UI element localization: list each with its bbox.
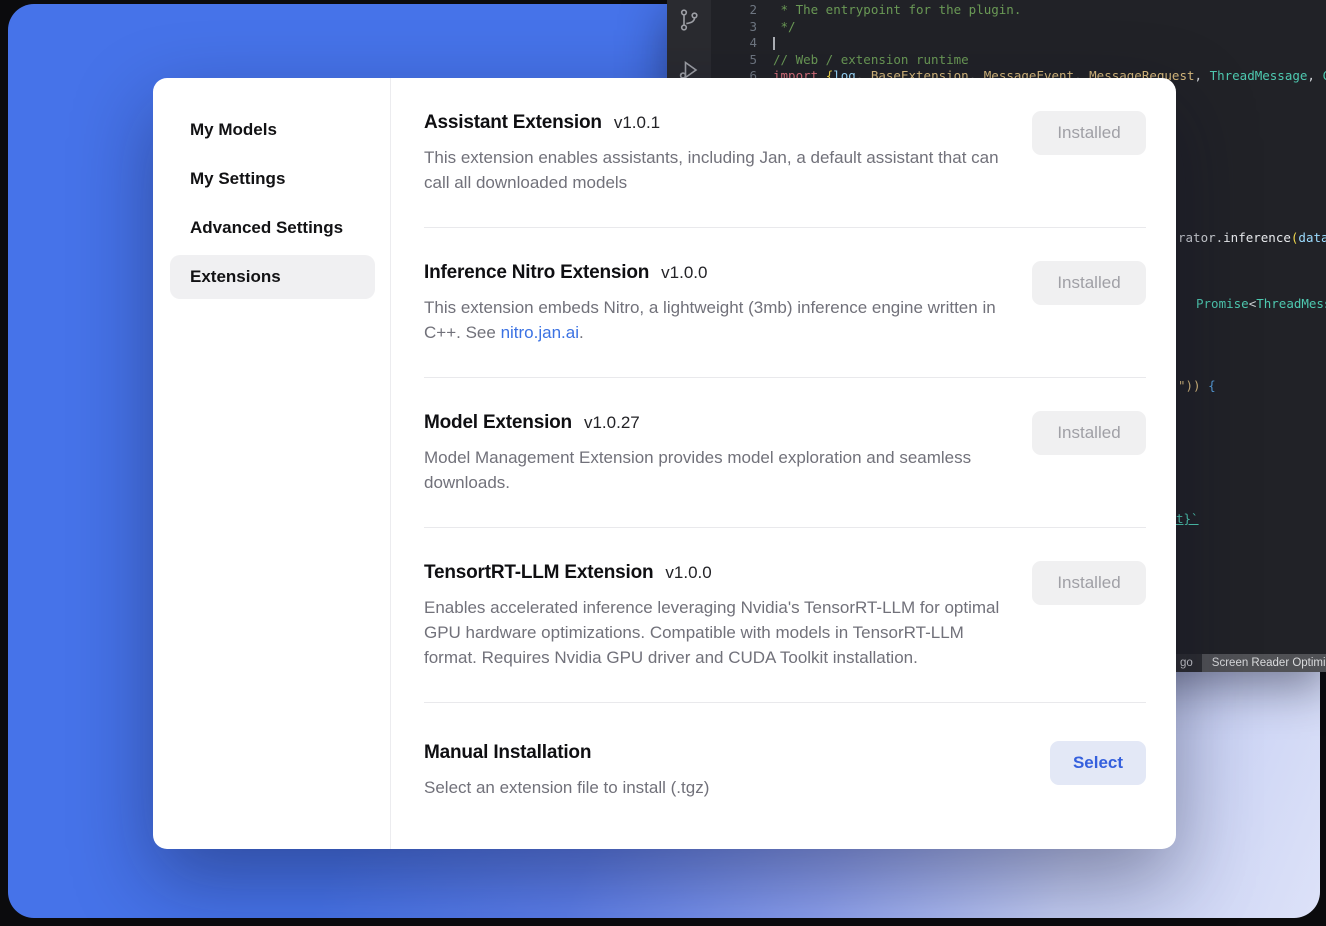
extension-description: Enables accelerated inference leveraging… [424, 595, 1009, 670]
extension-title: Inference Nitro Extension [424, 261, 649, 285]
source-control-icon[interactable] [677, 8, 701, 32]
installed-button[interactable]: Installed [1032, 411, 1146, 455]
sidebar-item-extensions[interactable]: Extensions [170, 255, 375, 299]
extension-version: v1.0.1 [614, 113, 660, 133]
manual-installation-description: Select an extension file to install (.tg… [424, 775, 709, 800]
settings-sidebar: My Models My Settings Advanced Settings … [153, 78, 391, 849]
select-file-button[interactable]: Select [1050, 741, 1146, 785]
extension-title: Assistant Extension [424, 111, 602, 135]
extensions-list: Assistant Extension v1.0.1 This extensio… [391, 78, 1176, 849]
extension-version: v1.0.0 [665, 563, 711, 583]
installed-button[interactable]: Installed [1032, 261, 1146, 305]
manual-installation-title: Manual Installation [424, 741, 591, 765]
installed-button[interactable]: Installed [1032, 111, 1146, 155]
extension-version: v1.0.27 [584, 413, 640, 433]
extension-description: This extension embeds Nitro, a lightweig… [424, 295, 1009, 345]
extension-version: v1.0.0 [661, 263, 707, 283]
sidebar-item-my-settings[interactable]: My Settings [170, 157, 375, 201]
screen-reader-status-badge[interactable]: Screen Reader Optimized [1202, 654, 1326, 672]
sidebar-item-advanced-settings[interactable]: Advanced Settings [170, 206, 375, 250]
extension-row-assistant: Assistant Extension v1.0.1 This extensio… [424, 78, 1146, 228]
code-line: 5// Web / extension runtime [711, 52, 1326, 69]
extension-row-model: Model Extension v1.0.27 Model Management… [424, 378, 1146, 528]
sidebar-item-my-models[interactable]: My Models [170, 108, 375, 152]
nitro-jan-ai-link[interactable]: nitro.jan.ai [501, 323, 579, 342]
extension-row-tensorrt: TensortRT-LLM Extension v1.0.0 Enables a… [424, 528, 1146, 703]
code-fragment: t}` [1176, 511, 1199, 526]
screenshot-stage: 2 * The entrypoint for the plugin.3 */45… [0, 0, 1326, 926]
extension-title: Model Extension [424, 411, 572, 435]
code-fragment: ")) { [1178, 378, 1216, 393]
code-lines: 2 * The entrypoint for the plugin.3 */45… [711, 0, 1326, 85]
code-line: 3 */ [711, 19, 1326, 36]
extension-description: Model Management Extension provides mode… [424, 445, 1009, 495]
code-fragment: rator.inference(data)); [1178, 230, 1326, 245]
installed-button[interactable]: Installed [1032, 561, 1146, 605]
extension-title: TensortRT-LLM Extension [424, 561, 653, 585]
status-left-text: go [1180, 657, 1193, 669]
code-fragment: Promise<ThreadMessage> [1196, 296, 1326, 311]
extension-row-nitro: Inference Nitro Extension v1.0.0 This ex… [424, 228, 1146, 378]
manual-installation-row: Manual Installation Select an extension … [424, 703, 1146, 832]
code-line: 4 [711, 35, 1326, 52]
settings-modal: My Models My Settings Advanced Settings … [153, 78, 1176, 849]
code-line: 2 * The entrypoint for the plugin. [711, 2, 1326, 19]
extension-description: This extension enables assistants, inclu… [424, 145, 1009, 195]
